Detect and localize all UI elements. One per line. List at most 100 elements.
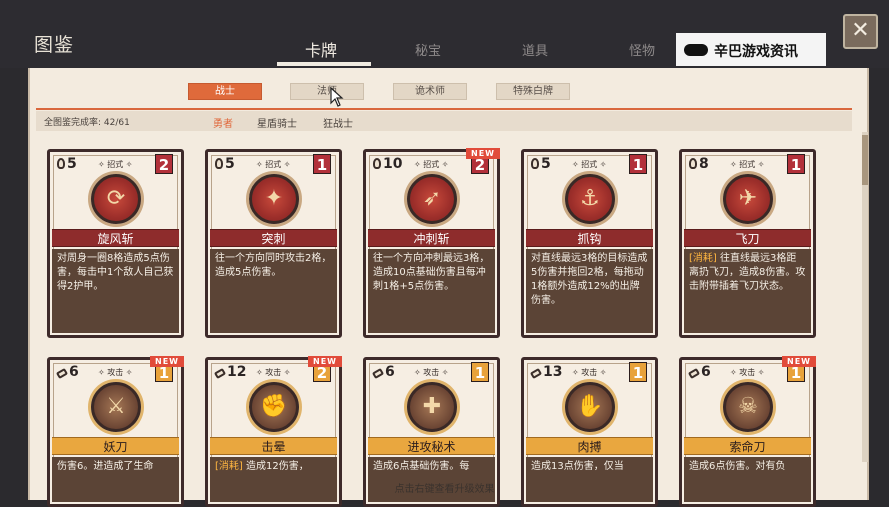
whirlwind-slash-icon: ⟳ (91, 174, 141, 224)
card[interactable]: 5 招式 2 ⟳ 旋风斩对周身一圈8格造成5点伤害，每击中1个敌人自己获得2护甲。 (47, 149, 184, 338)
class-tab-warrior[interactable]: 战士 (188, 83, 262, 100)
card-name: 肉搏 (526, 437, 653, 455)
death-blade-icon: ☠ (723, 382, 773, 432)
card-cost: 8 (689, 156, 709, 172)
card-type: 攻击 (414, 367, 449, 378)
card-name: 突刺 (210, 229, 337, 247)
card-description: 往一个方向冲刺最远3格，造成10点基础伤害且每冲刺1格+5点伤害。 (368, 249, 495, 333)
card-keyword: [消耗] (215, 461, 243, 472)
card-type: 招式 (98, 159, 133, 170)
energy-icon (689, 158, 697, 169)
footer-hint: 点击右键查看升级效果 (394, 484, 495, 495)
card-description: 对直线最远3格的目标造成5伤害并拖回2格，每拖动1格额外造成12%的出牌伤害。 (526, 249, 653, 333)
card-cost: 6 (55, 364, 79, 380)
tab-cards[interactable]: 卡牌 (305, 37, 337, 61)
sword-icon (55, 367, 69, 380)
card-level-badge: 1 (787, 154, 805, 174)
card-level-badge: 1 (629, 154, 647, 174)
card-description-text: 造成6点基础伤害。每 (373, 461, 470, 472)
page-title: 图鉴 (34, 34, 75, 56)
card-description-text: 往一个方向同时攻击2格，造成5点伤害。 (215, 253, 332, 278)
class-tab-special[interactable]: 特殊白牌 (496, 83, 570, 100)
card-art-glyph: ✊ (260, 394, 288, 419)
card-art-glyph: ⚔ (106, 394, 126, 419)
new-badge: NEW (150, 356, 184, 367)
card-art-glyph: ✚ (422, 394, 442, 419)
card-art-glyph: ➶ (422, 186, 442, 211)
mouse-cursor-icon (330, 87, 344, 107)
card-cost-value: 8 (699, 156, 709, 172)
card-name: 飞刀 (684, 229, 811, 247)
stun-icon: ✊ (249, 382, 299, 432)
new-badge: NEW (308, 356, 342, 367)
card-description: 对周身一圈8格造成5点伤害，每击中1个敌人自己获得2护甲。 (52, 249, 179, 333)
card-description-text: 造成13点伤害，仅当 (531, 461, 624, 472)
watermark-logo-icon (684, 44, 708, 56)
card-description: [消耗] 往直线最远3格距离扔飞刀，造成8伤害。攻击附带插着飞刀状态。 (684, 249, 811, 333)
card-level-badge: 2 (155, 154, 173, 174)
card-type: 攻击 (98, 367, 133, 378)
card-cost: 6 (371, 364, 395, 380)
card-name: 抓钩 (526, 229, 653, 247)
card-art-glyph: ✦ (264, 186, 284, 211)
card-type: 攻击 (572, 367, 607, 378)
new-badge: NEW (782, 356, 816, 367)
card[interactable]: 5 招式 1 ✦ 突刺往一个方向同时攻击2格，造成5点伤害。 (205, 149, 342, 338)
card-level-badge: 1 (629, 362, 647, 382)
card-type: 招式 (256, 159, 291, 170)
card-name: 索命刀 (684, 437, 811, 455)
energy-icon (215, 158, 223, 169)
progress-bar (36, 108, 852, 131)
card-art-glyph: ✋ (576, 394, 604, 419)
card-type: 招式 (730, 159, 765, 170)
card[interactable]: 8 招式 1 ✈ 飞刀 [消耗] 往直线最远3格距离扔飞刀，造成8伤害。攻击附带插着飞刀状… (679, 149, 816, 338)
card-description-text: 对周身一圈8格造成5点伤害，每击中1个敌人自己获得2护甲。 (57, 253, 174, 292)
card-cost-value: 13 (543, 364, 563, 380)
card-art-glyph: ⟳ (106, 186, 126, 211)
watermark-text: 辛巴游戏资讯 (714, 44, 798, 60)
card-description-text: 伤害6。进造成了生命 (57, 461, 154, 472)
card-name: 进攻秘术 (368, 437, 495, 455)
watermark: 辛巴游戏资讯 (676, 33, 826, 66)
card-cost-value: 5 (67, 156, 77, 172)
card-cost-value: 6 (701, 364, 711, 380)
card-cost: 5 (57, 156, 77, 172)
card-description-text: 造成12伤害， (246, 461, 309, 472)
flying-knife-icon: ✈ (723, 174, 773, 224)
card-description-text: 往一个方向冲刺最远3格，造成10点基础伤害且每冲刺1格+5点伤害。 (373, 253, 490, 292)
filter-star-shield-knight[interactable]: 星盾骑士 (257, 115, 297, 130)
card-cost-value: 12 (227, 364, 247, 380)
card-art-glyph: ✈ (738, 186, 758, 211)
card-description-text: 造成6点伤害。对有负 (689, 461, 786, 472)
energy-icon (57, 158, 65, 169)
class-tab-trickster[interactable]: 诡术师 (393, 83, 467, 100)
card-art-glyph: ⚓ (580, 186, 600, 211)
sword-icon (371, 367, 385, 380)
card-cost-value: 6 (69, 364, 79, 380)
filter-hero[interactable]: 勇者 (213, 115, 233, 130)
card-cost-value: 5 (541, 156, 551, 172)
class-tab-mage[interactable]: 法师 (290, 83, 364, 100)
energy-icon (373, 158, 381, 169)
card-type: 攻击 (256, 367, 291, 378)
tab-treasures[interactable]: 秘宝 (415, 40, 441, 59)
card-cost-value: 10 (383, 156, 403, 172)
card[interactable]: 10招式2➶冲刺斩往一个方向冲刺最远3格，造成10点基础伤害且每冲刺1格+5点伤… (363, 148, 500, 338)
card-cost: 12 (213, 364, 247, 380)
card-name: 击晕 (210, 437, 337, 455)
card-cost-value: 5 (225, 156, 235, 172)
filter-berserker[interactable]: 狂战士 (323, 115, 353, 130)
card-name: 冲刺斩 (368, 229, 495, 247)
card-art-glyph: ☠ (738, 394, 758, 419)
card[interactable]: 5 招式 1 ⚓ 抓钩对直线最远3格的目标造成5伤害并拖回2格，每拖动1格额外造成12%… (521, 149, 658, 338)
close-button[interactable]: ✕ (843, 14, 878, 49)
tab-items[interactable]: 道具 (522, 40, 548, 59)
active-tab-indicator (277, 62, 371, 66)
attack-arcana-icon: ✚ (407, 382, 457, 432)
thrust-icon: ✦ (249, 174, 299, 224)
card-type: 招式 (572, 159, 607, 170)
tab-monsters[interactable]: 怪物 (629, 40, 655, 59)
completion-rate: 全图鉴完成率: 42/61 (44, 118, 130, 128)
card-cost: 5 (531, 156, 551, 172)
scrollbar-thumb[interactable] (862, 135, 868, 185)
